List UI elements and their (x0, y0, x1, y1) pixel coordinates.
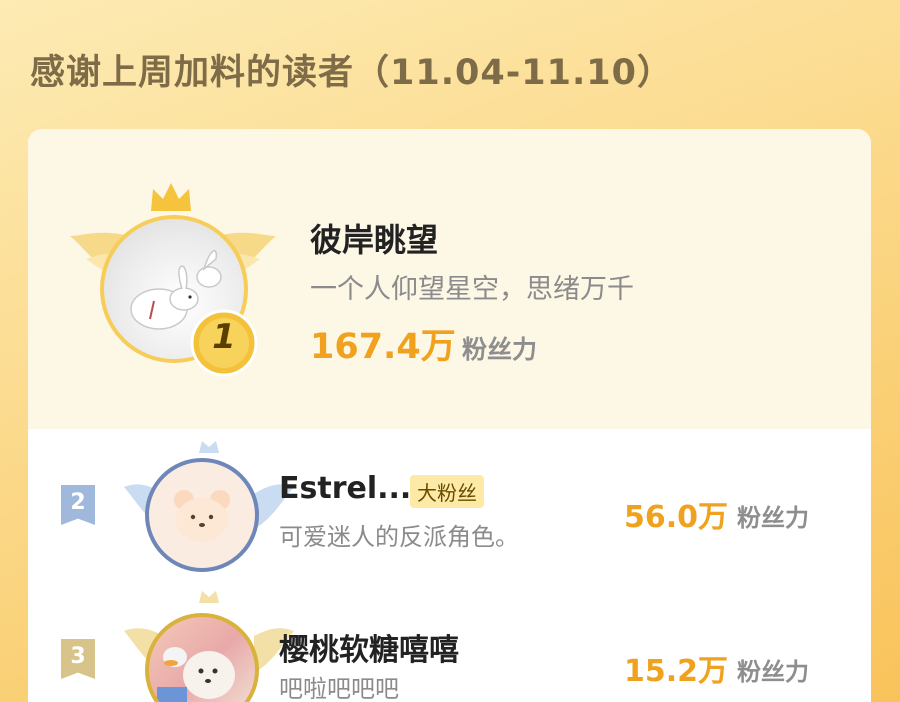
user-name[interactable]: 樱桃软糖嘻嘻 (279, 625, 459, 669)
page-title: 感谢上周加料的读者（11.04-11.10） (30, 53, 673, 93)
fan-power-value: 167.4万 (310, 327, 456, 367)
rank-1-section[interactable]: 1 彼岸眺望 一个人仰望星空，思绪万千 167.4万 粉丝力 (28, 129, 871, 429)
user-name[interactable]: Estrel... (279, 471, 411, 506)
avatar[interactable] (145, 458, 259, 572)
fan-level-tag: 大粉丝 (410, 475, 484, 508)
rank-badge: 3 (61, 639, 95, 679)
list-item-rank-2[interactable]: 2 Estrel... 大粉丝 可爱迷人的反派角色。 56.0万 粉丝力 (28, 429, 871, 589)
fan-power-label: 粉丝力 (737, 504, 809, 532)
rank-badge: 2 (61, 485, 95, 525)
user-motto: 吧啦吧吧吧 (279, 675, 399, 702)
user-name[interactable]: 彼岸眺望 (310, 215, 438, 261)
fan-power-label: 粉丝力 (462, 335, 538, 364)
crown-icon (151, 183, 191, 211)
fan-power-value: 15.2万 (624, 654, 729, 689)
ranking-card: 1 彼岸眺望 一个人仰望星空，思绪万千 167.4万 粉丝力 2 Estrel.… (28, 129, 871, 702)
rank-number: 1 (212, 317, 236, 357)
list-item-rank-3[interactable]: 3 樱桃软糖嘻嘻 吧啦吧吧吧 15.2万 粉丝力 (28, 589, 871, 702)
fan-power-value: 56.0万 (624, 500, 729, 535)
fan-power-label: 粉丝力 (737, 658, 809, 686)
bear-illustration (174, 490, 230, 542)
user-motto: 一个人仰望星空，思绪万千 (310, 274, 634, 305)
dog-illustration (157, 647, 235, 702)
user-motto: 可爱迷人的反派角色。 (279, 523, 519, 551)
